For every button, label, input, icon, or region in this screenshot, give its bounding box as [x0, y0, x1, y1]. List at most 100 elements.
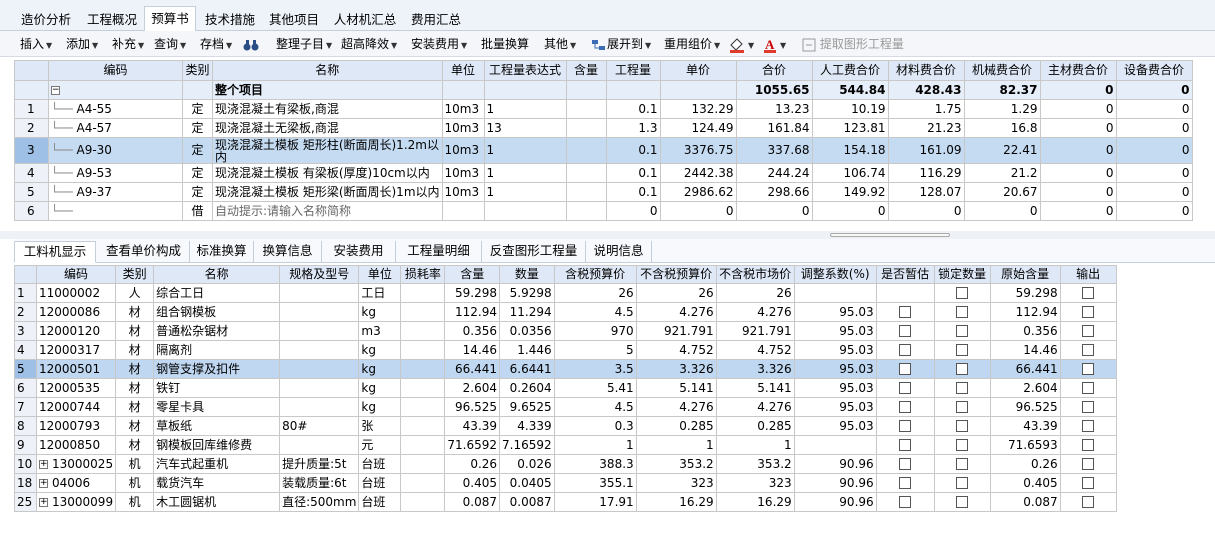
tab-labor-material-display[interactable]: 工料机显示: [14, 241, 96, 263]
cell-qty[interactable]: 0.0405: [499, 473, 555, 493]
cell-type[interactable]: 材: [115, 378, 155, 398]
checkbox[interactable]: [899, 496, 912, 508]
cell-type[interactable]: 材: [115, 321, 155, 341]
cell-spec[interactable]: [279, 302, 360, 322]
cell-qty[interactable]: 0.1: [605, 182, 661, 202]
add-button[interactable]: 添加 ▼: [66, 31, 98, 57]
cell-material[interactable]: 0: [887, 201, 965, 221]
cell-name[interactable]: 钢模板回库维修费: [153, 435, 281, 455]
tab-labor-material-summary[interactable]: 人材机汇总: [328, 8, 402, 31]
checkbox[interactable]: [1082, 477, 1095, 489]
other-button[interactable]: 其他 ▼: [544, 31, 576, 57]
project-summary-row[interactable]: − 整个项目 1055.65 544.84 428.43 82.37 0 0: [14, 80, 1193, 100]
checkbox[interactable]: [956, 382, 969, 394]
cell-qty[interactable]: 0.2604: [499, 378, 555, 398]
column-header[interactable]: 工程量: [605, 60, 661, 81]
cell-type[interactable]: 材: [115, 302, 155, 322]
table-row[interactable]: 6 └── 借自动提示:请输入名称简称 0 0 0 0 0 0 0 0: [14, 201, 1193, 221]
cell-estimate[interactable]: [875, 378, 935, 398]
cell-notax-budget[interactable]: 921.791: [635, 321, 717, 341]
table-row[interactable]: 3 └── A9-30 定现浇混凝土模板 矩形柱(断面周长)1.2m以内 10m3 1 0…: [14, 137, 1193, 164]
cell-name[interactable]: 铁钉: [153, 378, 281, 398]
cell-notax-market[interactable]: 4.276: [715, 302, 795, 322]
cell-code[interactable]: └── A9-37: [48, 182, 183, 202]
table-row[interactable]: 4 12000317 材隔离剂 kg 14.46 1.446 5 4.752 4.752 95.0…: [14, 340, 1117, 360]
cell-total[interactable]: 161.84: [735, 118, 813, 138]
cell-name[interactable]: 汽车式起重机: [153, 454, 281, 474]
table-row[interactable]: 5 12000501 材钢管支撑及扣件 kg 66.441 6.6441 3.5 3.326 3…: [14, 359, 1117, 379]
cell-notax-budget[interactable]: 323: [635, 473, 717, 493]
cell-qty[interactable]: 0.0356: [499, 321, 555, 341]
cell-unit[interactable]: kg: [358, 359, 402, 379]
row-number[interactable]: 4: [14, 340, 37, 360]
cell-coef[interactable]: [793, 283, 877, 303]
table-row[interactable]: 8 12000793 材草板纸 80# 张 43.39 4.339 0.3 0.285 0.285…: [14, 416, 1117, 436]
tab-description[interactable]: 说明信息: [586, 241, 652, 263]
cell-orig[interactable]: 96.525: [989, 397, 1061, 417]
cell-code[interactable]: └── A4-55: [48, 99, 183, 119]
column-header[interactable]: 调整系数(%): [793, 265, 877, 284]
tab-reverse-graphic-qty[interactable]: 反查图形工程量: [482, 241, 586, 263]
cell-coef[interactable]: 90.96: [793, 492, 877, 512]
table-row[interactable]: 1 11000002 人综合工日 工日 59.298 5.9298 26 26 26 59.298: [14, 283, 1117, 303]
cell-unit[interactable]: 10m3: [441, 182, 485, 202]
cell-main_mat[interactable]: 0: [1039, 163, 1117, 183]
cell-type[interactable]: 定: [182, 163, 213, 183]
cell-name[interactable]: 综合工日: [153, 283, 281, 303]
cell-spec[interactable]: [279, 397, 360, 417]
cell-content[interactable]: 0.405: [444, 473, 501, 493]
column-header[interactable]: 规格及型号: [279, 265, 360, 284]
cell-loss[interactable]: [400, 378, 446, 398]
cell-notax-budget[interactable]: 5.141: [635, 378, 717, 398]
cell-lock[interactable]: [933, 378, 991, 398]
reuse-group-button[interactable]: 重用组价 ▼: [664, 31, 720, 57]
row-number[interactable]: 10: [14, 454, 37, 474]
cell-name[interactable]: 钢管支撑及扣件: [153, 359, 281, 379]
insert-button[interactable]: 插入 ▼: [20, 31, 52, 57]
cell-loss[interactable]: [400, 302, 446, 322]
row-number[interactable]: 3: [14, 137, 49, 164]
cell-coef[interactable]: 90.96: [793, 473, 877, 493]
column-header[interactable]: 类别: [115, 265, 155, 284]
cell-type[interactable]: 机: [115, 492, 155, 512]
cell-type[interactable]: 定: [182, 137, 213, 164]
table-row[interactable]: 18 +04006 机载货汽车 装载质量:6t 台班 0.405 0.0405 355.1 32…: [14, 473, 1117, 493]
cell-loss[interactable]: [400, 321, 446, 341]
cell-qty[interactable]: 0.1: [605, 99, 661, 119]
cell-material[interactable]: 128.07: [887, 182, 965, 202]
cell-equip[interactable]: 0: [1115, 118, 1193, 138]
cell-machine[interactable]: 22.41: [963, 137, 1041, 164]
cell-tax-price[interactable]: 3.5: [553, 359, 637, 379]
table-row[interactable]: 5 └── A9-37 定现浇混凝土模板 矩形梁(断面周长)1m以内 10m3 1 0.1…: [14, 182, 1193, 202]
checkbox[interactable]: [956, 344, 969, 356]
cell-estimate[interactable]: [875, 454, 935, 474]
tab-cost-analysis[interactable]: 造价分析: [14, 8, 78, 31]
cell-notax-market[interactable]: 4.276: [715, 397, 795, 417]
checkbox[interactable]: [1082, 382, 1095, 394]
tab-tech-measures[interactable]: 技术措施: [198, 8, 262, 31]
cell-code[interactable]: └──: [48, 201, 183, 221]
cell-code[interactable]: └── A4-57: [48, 118, 183, 138]
cell-content[interactable]: 59.298: [444, 283, 501, 303]
row-number[interactable]: 1: [14, 283, 37, 303]
cell-material[interactable]: 161.09: [887, 137, 965, 164]
cell-spec[interactable]: [279, 378, 360, 398]
cell-price[interactable]: 124.49: [659, 118, 737, 138]
cell-type[interactable]: 材: [115, 397, 155, 417]
checkbox[interactable]: [1082, 458, 1095, 470]
expand-icon[interactable]: +: [39, 459, 48, 469]
checkbox[interactable]: [899, 477, 912, 489]
checkbox[interactable]: [899, 458, 912, 470]
cell-main_mat[interactable]: 0: [1039, 118, 1117, 138]
tab-project-overview[interactable]: 工程概况: [80, 8, 144, 31]
cell-main_mat[interactable]: 0: [1039, 137, 1117, 164]
cell-price[interactable]: 132.29: [659, 99, 737, 119]
cell-orig[interactable]: 59.298: [989, 283, 1061, 303]
cell-code[interactable]: 12000850: [35, 435, 117, 455]
table-row[interactable]: 2 └── A4-57 定现浇混凝土无梁板,商混 10m3 13 1.3 124.49 161…: [14, 118, 1193, 138]
cell-type[interactable]: 人: [115, 283, 155, 303]
cell-qty[interactable]: 6.6441: [499, 359, 555, 379]
column-header[interactable]: 锁定数量: [933, 265, 991, 284]
cell-orig[interactable]: 0.087: [989, 492, 1061, 512]
cell-type[interactable]: 定: [182, 118, 213, 138]
